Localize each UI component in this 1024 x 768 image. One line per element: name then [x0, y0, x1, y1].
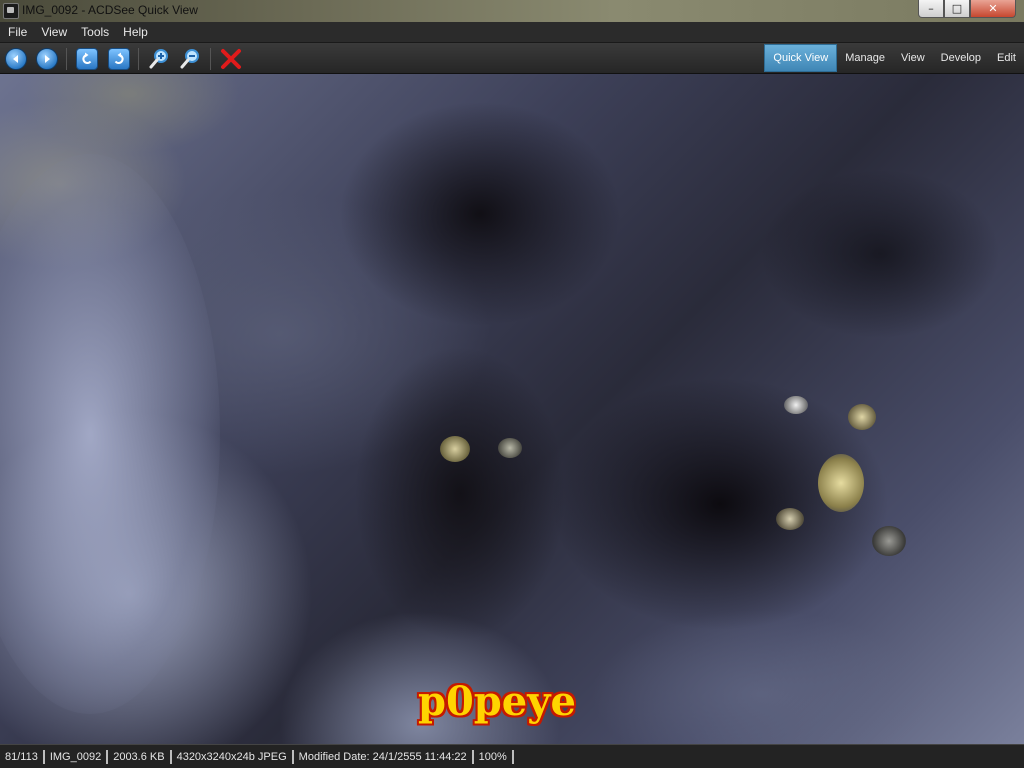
rotate-left-icon	[76, 48, 98, 70]
image-detail	[848, 404, 876, 430]
minimize-button[interactable]: –	[918, 0, 944, 18]
menu-view[interactable]: View	[35, 25, 73, 39]
tab-edit[interactable]: Edit	[989, 45, 1024, 71]
window-title: IMG_0092 - ACDSee Quick View	[22, 3, 198, 17]
delete-button[interactable]	[219, 47, 243, 71]
title-bar: IMG_0092 - ACDSee Quick View – □ ✕	[0, 0, 1024, 22]
status-zoom[interactable]: 100%	[474, 749, 514, 764]
image-detail	[20, 74, 240, 154]
status-dimensions: 4320x3240x24b JPEG	[172, 749, 294, 764]
status-modified-date: Modified Date: 24/1/2555 11:44:22	[294, 749, 474, 764]
image-detail	[0, 154, 220, 714]
toolbar-separator	[138, 48, 139, 70]
image-detail	[776, 508, 804, 530]
minimize-icon: –	[928, 2, 934, 15]
menu-bar: File View Tools Help	[0, 22, 1024, 42]
watermark-text: p0peye	[418, 678, 576, 725]
image-detail	[440, 436, 470, 462]
tab-manage[interactable]: Manage	[837, 45, 893, 71]
app-icon	[3, 3, 19, 19]
zoom-in-button[interactable]	[147, 47, 171, 71]
image-detail	[784, 396, 808, 414]
status-filename: IMG_0092	[45, 749, 109, 764]
window-controls: – □ ✕	[918, 0, 1016, 18]
maximize-button[interactable]: □	[944, 0, 970, 18]
tab-develop[interactable]: Develop	[933, 45, 989, 71]
status-bar: 81/113 IMG_0092 2003.6 KB 4320x3240x24b …	[0, 744, 1024, 768]
toolbar: Quick View Manage View Develop Edit	[0, 42, 1024, 74]
menu-help[interactable]: Help	[117, 25, 154, 39]
next-button[interactable]	[35, 47, 59, 71]
zoom-out-icon	[180, 49, 199, 69]
tab-quick-view[interactable]: Quick View	[764, 44, 838, 72]
status-filesize: 2003.6 KB	[108, 749, 172, 764]
rotate-right-icon	[108, 48, 130, 70]
image-detail	[498, 438, 522, 458]
rotate-left-button[interactable]	[75, 47, 99, 71]
zoom-out-button[interactable]	[178, 47, 202, 71]
menu-tools[interactable]: Tools	[75, 25, 115, 39]
delete-x-icon	[221, 49, 241, 69]
menu-file[interactable]: File	[2, 25, 33, 39]
image-detail	[818, 454, 864, 512]
arrow-right-icon	[36, 48, 58, 70]
close-icon: ✕	[988, 2, 998, 15]
arrow-left-icon	[5, 48, 27, 70]
mode-tabs: Quick View Manage View Develop Edit	[764, 44, 1024, 72]
tab-view[interactable]: View	[893, 45, 933, 71]
close-button[interactable]: ✕	[970, 0, 1016, 18]
status-position: 81/113	[0, 749, 45, 764]
maximize-icon: □	[951, 2, 963, 15]
toolbar-separator	[210, 48, 211, 70]
toolbar-separator	[66, 48, 67, 70]
zoom-in-icon	[149, 49, 168, 69]
previous-button[interactable]	[4, 47, 28, 71]
rotate-right-button[interactable]	[107, 47, 131, 71]
image-detail	[872, 526, 906, 556]
image-viewer[interactable]: p0peye	[0, 74, 1024, 744]
